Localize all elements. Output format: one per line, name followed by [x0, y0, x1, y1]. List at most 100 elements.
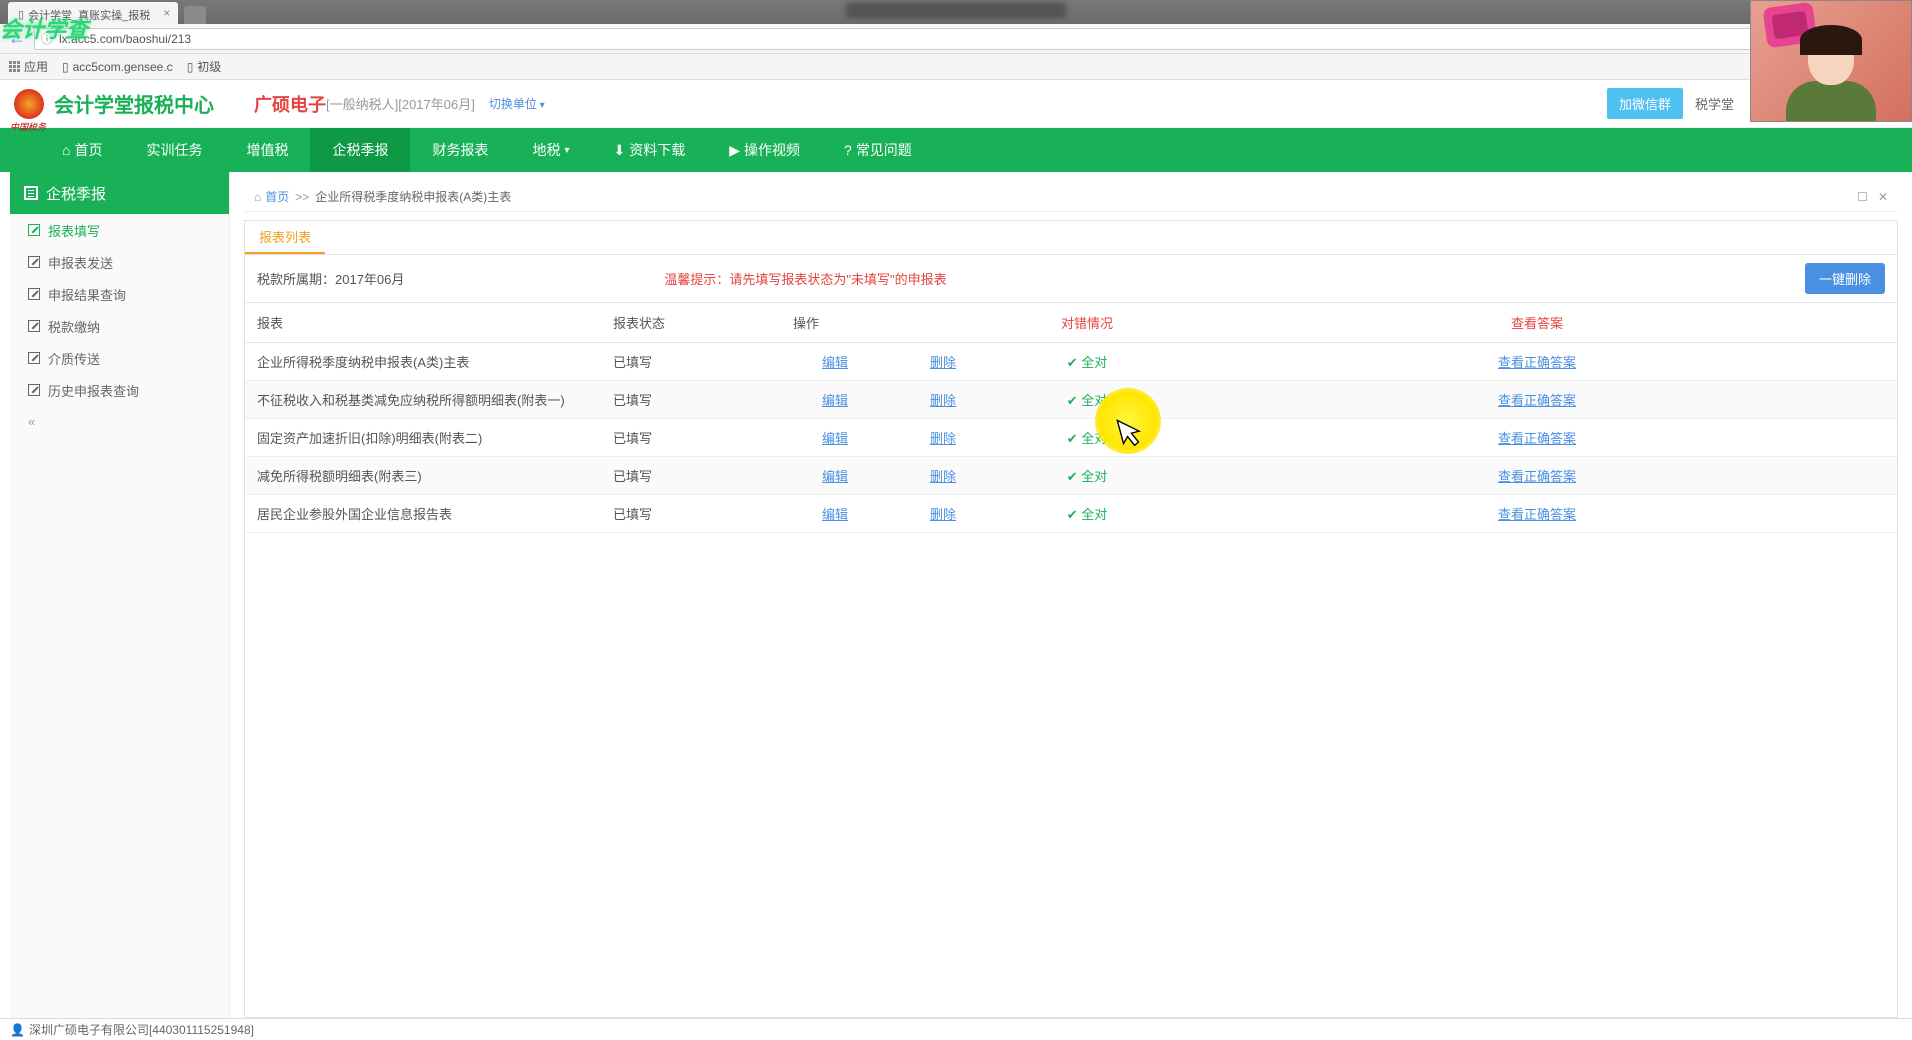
sidebar-header: 企税季报 — [10, 172, 229, 214]
edit-link[interactable]: 编辑 — [793, 504, 877, 523]
compare-result: 全对 — [1009, 466, 1165, 485]
edit-icon — [28, 384, 40, 396]
main-area: ⌂ 首页 >> 企业所得税季度纳税申报表(A类)主表 ☐ ✕ 报表列表 税款所属… — [230, 172, 1912, 1018]
webcam-overlay — [1750, 0, 1912, 122]
sidebar-item-payment[interactable]: 税款缴纳 — [10, 310, 229, 342]
sidebar-label: 申报表发送 — [48, 253, 113, 272]
sidebar-title: 企税季报 — [46, 183, 106, 204]
sidebar-label: 报表填写 — [48, 221, 100, 240]
collapse-sidebar-button[interactable]: « — [10, 406, 229, 437]
close-icon[interactable]: ✕ — [1878, 190, 1888, 204]
col-status: 报表状态 — [601, 303, 781, 343]
delete-link[interactable]: 删除 — [901, 504, 985, 523]
edit-link[interactable]: 编辑 — [793, 390, 877, 409]
wechat-group-button[interactable]: 加微信群 — [1607, 88, 1683, 119]
page-icon: ▯ — [18, 8, 24, 21]
nav-label: 操作视频 — [744, 140, 800, 160]
bookmark-item[interactable]: ▯ acc5com.gensee.c — [62, 60, 173, 74]
breadcrumb-sep: >> — [295, 190, 309, 204]
view-answer-link[interactable]: 查看正确答案 — [1189, 352, 1885, 371]
view-answer-link[interactable]: 查看正确答案 — [1189, 390, 1885, 409]
cell-report-name: 居民企业参股外国企业信息报告表 — [245, 495, 601, 533]
question-icon: ? — [844, 142, 852, 158]
apps-label: 应用 — [24, 58, 48, 75]
view-answer-link[interactable]: 查看正确答案 — [1189, 428, 1885, 447]
table-row: 居民企业参股外国企业信息报告表已填写编辑 删除 全对 查看正确答案 — [245, 495, 1897, 533]
bookmark-label: 初级 — [197, 58, 221, 75]
close-icon[interactable]: × — [163, 6, 170, 20]
nav-faq[interactable]: ?常见问题 — [822, 128, 934, 172]
page-icon: ▯ — [187, 60, 194, 74]
view-answer-link[interactable]: 查看正确答案 — [1189, 466, 1885, 485]
panel-info-row: 税款所属期：2017年06月 温馨提示：请先填写报表状态为"未填写"的申报表 一… — [245, 255, 1897, 302]
compare-result: 全对 — [1009, 390, 1165, 409]
sidebar-item-fill-report[interactable]: 报表填写 — [10, 214, 229, 246]
status-bar: 👤 深圳广硕电子有限公司[440301115251948] — [0, 1018, 1912, 1040]
cell-report-name: 减免所得税额明细表(附表三) — [245, 457, 601, 495]
home-icon: ⌂ — [62, 142, 70, 158]
nav-label: 首页 — [74, 140, 102, 160]
delete-link[interactable]: 删除 — [901, 390, 985, 409]
nav-local-tax[interactable]: 地税▾ — [510, 128, 591, 172]
page-icon: ▯ — [62, 60, 69, 74]
edit-link[interactable]: 编辑 — [793, 466, 877, 485]
bookmark-item[interactable]: ▯ 初级 — [187, 58, 222, 75]
nav-corp-quarter[interactable]: 企税季报 — [310, 128, 410, 172]
sidebar-item-send[interactable]: 申报表发送 — [10, 246, 229, 278]
url-input[interactable]: ⓘ lx.acc5.com/baoshui/213 — [34, 28, 1904, 50]
emblem-subtitle: 中国税务 — [10, 120, 46, 133]
sidebar-item-history[interactable]: 历史申报表查询 — [10, 374, 229, 406]
play-icon: ▶ — [729, 142, 740, 159]
browser-tab[interactable]: ▯ 会计学堂_真账实操_报税 × — [8, 2, 178, 24]
sidebar: 企税季报 报表填写 申报表发送 申报结果查询 税款缴纳 介质传送 历史申报表查询… — [10, 172, 230, 1018]
nav-vat[interactable]: 增值税 — [224, 128, 310, 172]
nav-tasks[interactable]: 实训任务 — [124, 128, 224, 172]
download-icon: ⬇ — [614, 142, 626, 159]
cell-status: 已填写 — [601, 495, 781, 533]
apps-shortcut[interactable]: 应用 — [8, 58, 48, 75]
clear-all-button[interactable]: 一键删除 — [1805, 263, 1885, 294]
edit-link[interactable]: 编辑 — [793, 428, 877, 447]
breadcrumb: ⌂ 首页 >> 企业所得税季度纳税申报表(A类)主表 ☐ ✕ — [244, 182, 1898, 212]
nav-home[interactable]: ⌂首页 — [40, 128, 124, 172]
back-button[interactable]: ← — [8, 28, 26, 49]
breadcrumb-home[interactable]: 首页 — [265, 188, 289, 205]
national-emblem-icon: 中国税务 — [14, 89, 44, 119]
user-icon: 👤 — [10, 1023, 25, 1037]
cell-status: 已填写 — [601, 419, 781, 457]
nav-fin-report[interactable]: 财务报表 — [410, 128, 510, 172]
nav-download[interactable]: ⬇资料下载 — [592, 128, 708, 172]
warning-tip: 温馨提示：请先填写报表状态为"未填写"的申报表 — [664, 269, 946, 288]
breadcrumb-current: 企业所得税季度纳税申报表(A类)主表 — [315, 188, 511, 205]
sidebar-item-media-transfer[interactable]: 介质传送 — [10, 342, 229, 374]
info-icon[interactable]: ⓘ — [41, 30, 53, 47]
tab-report-list[interactable]: 报表列表 — [245, 221, 325, 254]
compare-result: 全对 — [1009, 504, 1165, 523]
edit-link[interactable]: 编辑 — [793, 352, 877, 371]
edit-icon — [28, 320, 40, 332]
tab-strip: 报表列表 — [245, 221, 1897, 255]
cell-status: 已填写 — [601, 381, 781, 419]
col-operation2 — [889, 303, 997, 343]
tab-title: 会计学堂_真账实操_报税 — [28, 7, 150, 23]
cell-report-name: 不征税收入和税基类减免应纳税所得额明细表(附表一) — [245, 381, 601, 419]
sidebar-item-result-query[interactable]: 申报结果查询 — [10, 278, 229, 310]
new-tab-button[interactable] — [184, 6, 206, 24]
maximize-icon[interactable]: ☐ — [1857, 190, 1868, 204]
address-bar: ← ⓘ lx.acc5.com/baoshui/213 — [0, 24, 1912, 54]
switch-unit-dropdown[interactable]: 切换单位 — [489, 95, 545, 112]
delete-link[interactable]: 删除 — [901, 352, 985, 371]
view-answer-link[interactable]: 查看正确答案 — [1189, 504, 1885, 523]
delete-link[interactable]: 删除 — [901, 466, 985, 485]
site-title: 会计学堂报税中心 — [54, 89, 214, 118]
main-nav: ⌂首页 实训任务 增值税 企税季报 财务报表 地税▾ ⬇资料下载 ▶操作视频 ?… — [0, 128, 1912, 172]
col-answer: 查看答案 — [1177, 303, 1897, 343]
page-header: 中国税务 会计学堂报税中心 广硕电子 [一般纳税人][2017年06月] 切换单… — [0, 80, 1912, 128]
bookmark-label: acc5com.gensee.c — [73, 60, 173, 74]
delete-link[interactable]: 删除 — [901, 428, 985, 447]
tax-school-button[interactable]: 税学堂 — [1683, 88, 1746, 119]
browser-tab-strip: ▯ 会计学堂_真账实操_报税 × — [0, 0, 1912, 24]
blurred-title — [846, 2, 1066, 18]
nav-video[interactable]: ▶操作视频 — [707, 128, 822, 172]
col-operation: 操作 — [781, 303, 889, 343]
